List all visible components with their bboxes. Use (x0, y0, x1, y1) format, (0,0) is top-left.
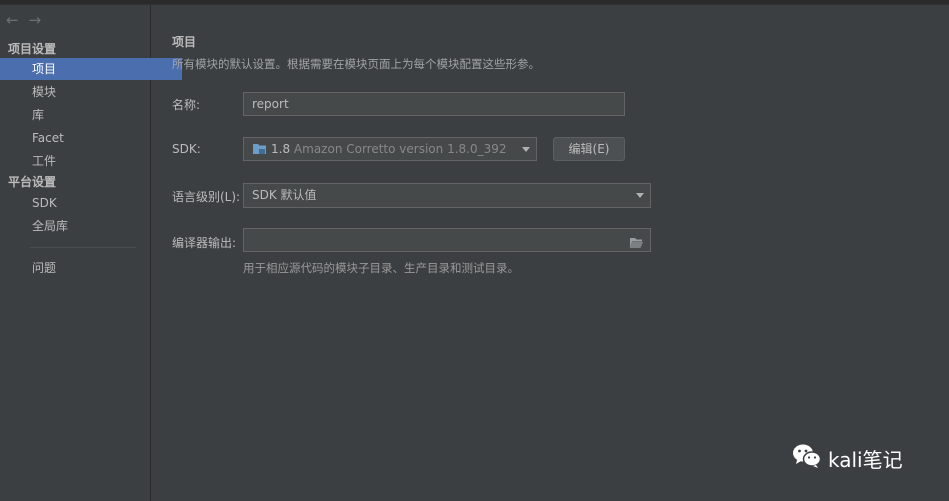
project-settings-panel: 项目 所有模块的默认设置。根据需要在模块页面上为每个模块配置这些形参。 名称: … (151, 5, 949, 501)
sdk-folder-icon (252, 140, 267, 160)
watermark-text: kali笔记 (828, 448, 903, 472)
sdk-label: SDK: (172, 142, 201, 156)
back-arrow-icon[interactable]: ← (6, 13, 19, 29)
browse-folder-icon[interactable] (629, 234, 644, 251)
language-level-select[interactable]: SDK 默认值 (243, 183, 651, 208)
edit-sdk-button[interactable]: 编辑(E) (553, 137, 625, 161)
language-level-value: SDK 默认值 (252, 188, 317, 202)
compiler-output-hint: 用于相应源代码的模块子目录、生产目录和测试目录。 (243, 261, 519, 275)
sdk-dropdown-arrow-icon (522, 147, 530, 152)
name-label: 名称: (172, 98, 201, 112)
project-name-input[interactable]: report (243, 92, 625, 116)
sidebar-divider (30, 247, 136, 248)
wechat-watermark: kali笔记 (792, 443, 903, 474)
forward-arrow-icon[interactable]: → (29, 13, 42, 29)
compiler-output-input[interactable] (243, 228, 651, 252)
wechat-icon (792, 443, 822, 474)
sdk-version-short: 1.8 (271, 142, 291, 156)
sdk-select[interactable]: 1.8 Amazon Corretto version 1.8.0_392 (243, 137, 537, 161)
history-nav: ← → (6, 13, 41, 29)
project-settings-header: 项目设置 (8, 42, 57, 56)
settings-sidebar: ← → 项目设置 项目 模块 库 Facet 工件 平台设置 SDK 全局库 问… (0, 5, 182, 501)
page-title: 项目 (172, 35, 197, 49)
compiler-output-label: 编译器输出: (172, 236, 237, 250)
language-level-label: 语言级别(L): (172, 190, 241, 204)
language-level-dropdown-arrow-icon (636, 193, 644, 198)
sdk-version-full: Amazon Corretto version 1.8.0_392 (293, 142, 507, 156)
page-description: 所有模块的默认设置。根据需要在模块页面上为每个模块配置这些形参。 (172, 57, 540, 71)
platform-settings-header: 平台设置 (8, 175, 57, 189)
